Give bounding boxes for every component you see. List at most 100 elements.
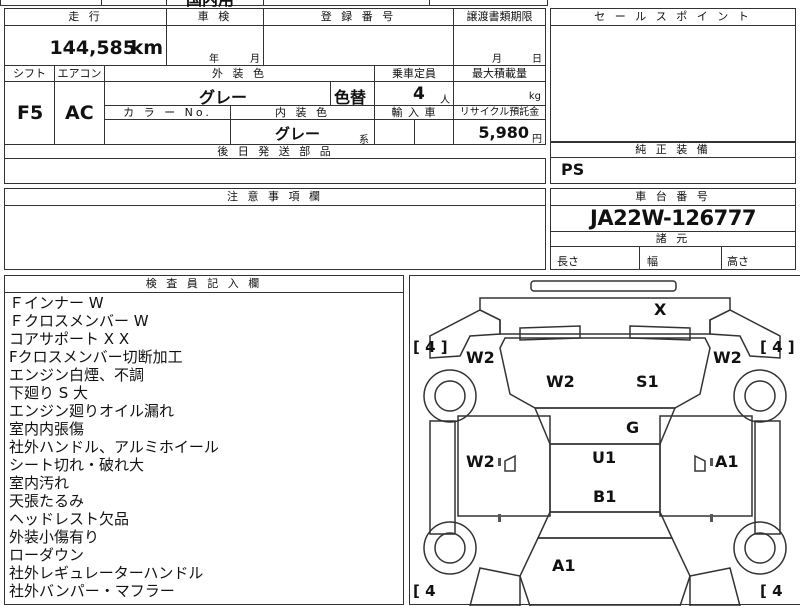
inspection-cell: 年 月 [167, 26, 264, 66]
max-load-header: 最大積載量 [454, 66, 546, 82]
inspector-line: 室内汚れ [9, 474, 70, 492]
inspector-line: エンジン廻りオイル漏れ [9, 402, 175, 420]
inspector-line: ローダウン [9, 546, 85, 564]
height-label: 高さ [727, 255, 749, 268]
top-cut-divider-1 [101, 0, 102, 5]
color-change-label: 色替 [334, 88, 367, 107]
car-diagram-box: [ 4 ] [ 4 ] [ 4 [ 4 X W2 W2 W2 S1 G W2 U… [409, 275, 800, 606]
import-cell-1 [375, 120, 415, 145]
recycle-header: リサイクル預託金 [454, 106, 546, 120]
recycle-unit: 円 [532, 134, 542, 145]
tire-tread-front-right: [ 4 ] [760, 338, 795, 356]
mark-windshield: G [626, 418, 640, 437]
transfer-month-unit: 月 [492, 54, 502, 65]
mark-front-top: X [654, 300, 667, 319]
dim-divider-2 [721, 247, 722, 269]
registration-header: 登 録 番 号 [264, 9, 454, 26]
mark-right-door: A1 [715, 452, 739, 471]
color-no-header: カ ラ ー No. [105, 106, 231, 120]
width-label: 幅 [647, 255, 658, 268]
genuine-equipment-header: 純 正 装 備 [551, 143, 795, 158]
transfer-deadline-header: 譲渡書類期限 [454, 9, 546, 26]
max-load-unit: kg [528, 91, 541, 102]
top-cut-strip: 国内用 [0, 0, 548, 9]
inspector-header: 検 査 員 記 入 欄 [5, 276, 403, 293]
inspector-line: コアサポート X X [9, 330, 130, 348]
mark-roof: U1 [592, 448, 617, 467]
exterior-color-value: グレー [199, 88, 248, 107]
inspector-line: 下廻り S 大 [9, 384, 89, 402]
length-label: 長さ [557, 255, 579, 268]
transfer-day-unit: 日 [532, 54, 542, 65]
inspector-line: シート切れ・破れ大 [9, 456, 145, 474]
mark-front-right-fender: W2 [713, 348, 742, 367]
inspector-lines: Ｆインナー W Ｆクロスメンバー W コアサポート X X Fクロスメンバー切断… [9, 294, 219, 600]
mark-front-left-fender: W2 [466, 348, 495, 367]
mark-hood-right: S1 [636, 372, 659, 391]
inspector-line: Ｆインナー W [9, 294, 104, 312]
exterior-color-header: 外 装 色 [105, 66, 375, 82]
capacity-header: 乗車定員 [375, 66, 454, 82]
import-header: 輸 入 車 [375, 106, 454, 120]
aircon-header: エアコン [55, 66, 105, 82]
later-parts-header: 後 日 発 送 部 品 [5, 145, 546, 159]
interior-color-suffix: 系 [359, 135, 369, 146]
mark-left-door: W2 [466, 452, 495, 471]
tire-tread-front-left: [ 4 ] [413, 338, 448, 356]
mark-hood-left: W2 [546, 372, 575, 391]
transfer-deadline-cell: 月 日 [454, 26, 546, 66]
interior-color-header: 内 装 色 [231, 106, 375, 120]
mileage-cell: 144,585 km [5, 26, 167, 66]
inspection-header: 車 検 [167, 9, 264, 26]
color-change-cell: 色替 [331, 82, 375, 107]
dim-divider-1 [639, 247, 640, 269]
inspector-line: 外装小傷有り [9, 528, 100, 546]
mileage-unit: km [130, 37, 163, 59]
genuine-equipment-value: PS [561, 160, 585, 179]
genuine-equipment-box: 純 正 装 備 PS [550, 142, 796, 184]
interior-color-cell: グレー 系 [231, 120, 375, 146]
later-parts-cell [5, 159, 546, 183]
capacity-cell: 4 人 [375, 82, 454, 106]
dimensions-header: 諸 元 [551, 231, 795, 247]
vehicle-spec-sheet: 走 行 車 検 登 録 番 号 譲渡書類期限 144,585 km 年 月 月 … [4, 8, 546, 184]
inspector-line: ヘッドレスト欠品 [9, 510, 130, 528]
inspector-line: 社外バンパー・マフラー [9, 582, 175, 600]
inspector-line: Fクロスメンバー切断加工 [9, 348, 183, 366]
notes-header: 注 意 事 項 欄 [5, 189, 545, 206]
chassis-header: 車 台 番 号 [551, 189, 795, 206]
inspection-year-unit: 年 [209, 54, 219, 65]
capacity-unit: 人 [440, 95, 450, 106]
aircon-value: AC [65, 102, 94, 124]
capacity-value: 4 [413, 84, 425, 104]
top-cut-divider-3 [263, 0, 264, 5]
inspector-line: エンジン白煙、不調 [9, 366, 145, 384]
recycle-value: 5,980 [478, 123, 529, 142]
inspector-line: 社外ハンドル、アルミホイール [9, 438, 219, 456]
shift-cell: F5 [5, 82, 55, 145]
top-cut-divider-4 [429, 0, 430, 5]
car-diagram [423, 280, 787, 606]
shift-header: シフト [5, 66, 55, 82]
tire-tread-rear-right: [ 4 [760, 582, 783, 600]
import-cell-2 [415, 120, 454, 145]
shift-value: F5 [17, 102, 44, 124]
top-cut-divider-2 [166, 0, 167, 5]
registration-cell [264, 26, 454, 66]
aircon-cell: AC [55, 82, 105, 145]
inspector-line: 天張たるみ [9, 492, 85, 510]
chassis-box: 車 台 番 号 JA22W-126777 諸 元 長さ 幅 高さ [550, 188, 796, 270]
sales-point-box: セ ー ル ス ポ イ ン ト [550, 8, 796, 142]
mileage-value: 144,585 [49, 37, 136, 59]
inspector-line: Ｆクロスメンバー W [9, 312, 149, 330]
mark-rear-left: A1 [552, 556, 576, 575]
inspection-month-unit: 月 [250, 54, 260, 65]
inspector-box: 検 査 員 記 入 欄 Ｆインナー W Ｆクロスメンバー W コアサポート X … [4, 275, 404, 605]
interior-color-value: グレー [275, 125, 321, 143]
color-no-cell [105, 120, 231, 145]
mileage-header: 走 行 [5, 9, 167, 26]
recycle-cell: 5,980 円 [454, 120, 546, 145]
tire-tread-rear-left: [ 4 [413, 582, 436, 600]
dimensions-row: 長さ 幅 高さ [551, 247, 795, 269]
mark-rear-roof: B1 [593, 487, 617, 506]
